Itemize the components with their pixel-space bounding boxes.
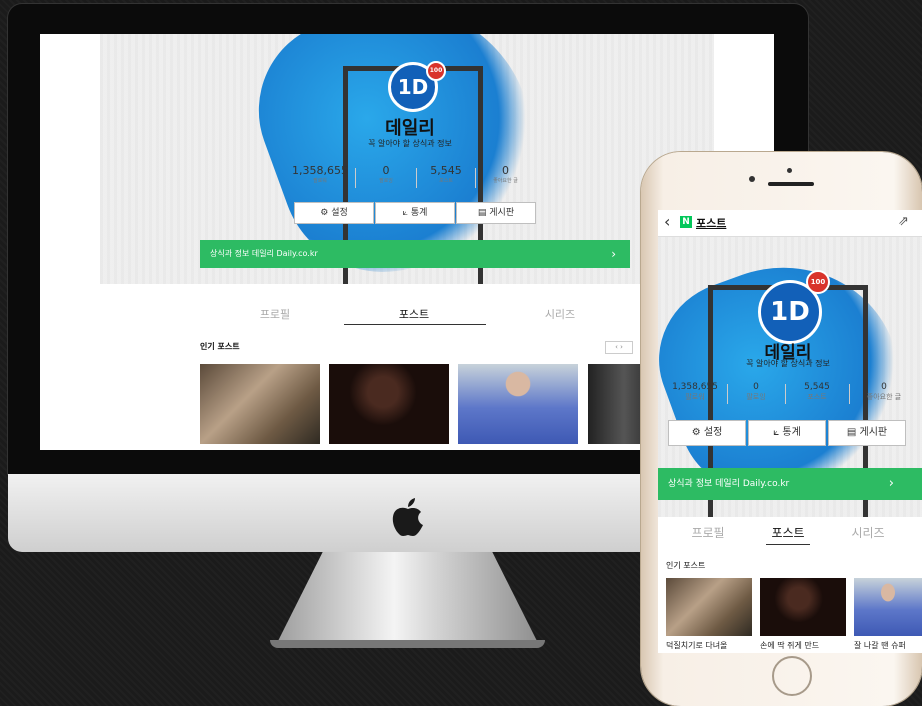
profile-stats: 1,358,655 팔로워 0 팔로잉 5,545 포스트 0 좋아요한 글 xyxy=(664,382,922,406)
profile-logo-text: 1D xyxy=(770,297,810,327)
profile-badge: 100 xyxy=(806,270,830,294)
gear-icon: ⚙ xyxy=(691,427,701,438)
stat-posts[interactable]: 5,545 포스트 xyxy=(417,164,475,184)
profile-tagline: 꼭 알아야 할 상식과 정보 xyxy=(746,359,830,368)
tab-series[interactable]: 시리즈 xyxy=(490,306,630,322)
stat-likes[interactable]: 0 좋아요한 글 xyxy=(476,164,535,184)
stat-following[interactable]: 0 팔로잉 xyxy=(728,382,784,402)
board-icon: ▤ xyxy=(846,427,857,438)
stat-label: 팔로잉 xyxy=(379,178,393,184)
board-button[interactable]: ▤ 게시판 xyxy=(828,420,906,446)
post-thumbnail-2[interactable] xyxy=(760,578,846,636)
chevron-right-icon: › xyxy=(611,247,616,261)
phone-front-camera xyxy=(749,176,755,182)
post-caption[interactable]: 잘 나갈 땐 슈퍼 xyxy=(854,640,922,651)
profile-badge-text: 100 xyxy=(429,67,443,74)
mobile-header: ‹ N 포스트 ⇗ xyxy=(658,210,922,237)
profile-logo-text: 1D xyxy=(397,75,429,99)
stat-label: 팔로워 xyxy=(313,178,327,184)
stat-value: 5,545 xyxy=(430,164,462,177)
settings-button[interactable]: ⚙ 설정 xyxy=(294,202,374,224)
stat-posts[interactable]: 5,545 포스트 xyxy=(786,382,848,402)
tab-posts[interactable]: 포스트 xyxy=(748,524,828,541)
header-title[interactable]: 포스트 xyxy=(696,215,726,231)
stats-button[interactable]: ⟀ 통계 xyxy=(748,420,826,446)
stat-likes[interactable]: 0 좋아요한 글 xyxy=(850,382,918,402)
mobile-screen: ‹ N 포스트 ⇗ 1D 100 데일리 꼭 알아야 할 상식과 정보 1,35… xyxy=(658,210,922,653)
post-thumbnail-4[interactable] xyxy=(588,364,648,444)
settings-label: 설정 xyxy=(331,208,348,218)
website-link-bar[interactable]: 상식과 정보 데일리 Daily.co.kr › xyxy=(658,468,922,500)
profile-stats: 1,358,655 팔로워 0 팔로잉 5,545 포스트 0 좋아요한 글 xyxy=(285,164,535,192)
tab-profile[interactable]: 프로필 xyxy=(210,306,340,322)
chart-icon: ⟀ xyxy=(773,427,780,438)
profile-badge-text: 100 xyxy=(810,278,826,286)
tab-profile[interactable]: 프로필 xyxy=(668,524,748,541)
stat-label: 팔로잉 xyxy=(746,393,766,401)
board-button[interactable]: ▤ 게시판 xyxy=(456,202,536,224)
gear-icon: ⚙ xyxy=(320,208,329,218)
stat-value: 0 xyxy=(382,164,390,177)
apple-logo-icon xyxy=(391,498,425,536)
stats-label: 통계 xyxy=(782,427,801,438)
board-label: 게시판 xyxy=(859,427,888,438)
carousel-pager[interactable]: ‹ › xyxy=(605,341,633,354)
board-icon: ▤ xyxy=(477,208,487,218)
tab-posts[interactable]: 포스트 xyxy=(344,306,484,322)
stat-label: 포스트 xyxy=(439,178,453,184)
stat-label: 포스트 xyxy=(807,393,827,401)
imac-stand-foot xyxy=(270,640,545,648)
post-thumbnail-1[interactable] xyxy=(200,364,320,444)
post-thumbnail-3[interactable] xyxy=(854,578,922,636)
stat-value: 5,545 xyxy=(804,382,830,392)
post-caption[interactable]: 손에 딱 쥐게 만드 xyxy=(760,640,846,651)
tab-posts-underline xyxy=(766,544,810,545)
website-link-bar[interactable]: 상식과 정보 데일리 Daily.co.kr › xyxy=(200,240,630,268)
phone-speaker xyxy=(768,182,814,186)
stat-label: 좋아요한 글 xyxy=(866,393,902,401)
stat-value: 0 xyxy=(502,164,509,177)
stat-followers[interactable]: 1,358,655 팔로워 xyxy=(285,164,355,184)
section-title: 인기 포스트 xyxy=(666,561,706,570)
section-title: 인기 포스트 xyxy=(200,342,240,351)
phone-sensor xyxy=(787,168,792,173)
stats-label: 통계 xyxy=(410,208,428,218)
profile-badge: 100 xyxy=(426,61,446,81)
website-link-text: 상식과 정보 데일리 Daily.co.kr xyxy=(210,249,318,258)
stat-followers[interactable]: 1,358,655 팔로워 xyxy=(664,382,726,402)
post-thumbnail-1[interactable] xyxy=(666,578,752,636)
back-icon[interactable]: ‹ xyxy=(664,212,670,231)
profile-name: 데일리 xyxy=(385,118,435,139)
stats-button[interactable]: ⟀ 통계 xyxy=(375,202,455,224)
imac-stand xyxy=(275,552,540,647)
stat-following[interactable]: 0 팔로잉 xyxy=(356,164,416,184)
stat-value: 1,358,655 xyxy=(672,382,718,392)
settings-button[interactable]: ⚙ 설정 xyxy=(668,420,746,446)
stat-label: 좋아요한 글 xyxy=(493,178,518,184)
profile-tagline: 꼭 알아야 할 상식과 정보 xyxy=(368,139,452,148)
tab-series[interactable]: 시리즈 xyxy=(828,524,908,541)
settings-label: 설정 xyxy=(703,427,723,438)
tab-posts-underline xyxy=(344,324,486,325)
naver-badge: N xyxy=(680,216,692,228)
stat-label: 팔로워 xyxy=(685,393,705,401)
board-label: 게시판 xyxy=(489,208,515,218)
home-button[interactable] xyxy=(772,656,812,696)
post-caption[interactable]: 덕질치기로 다녀올 xyxy=(666,640,752,651)
stat-value: 1,358,655 xyxy=(292,164,348,177)
stat-value: 0 xyxy=(881,382,887,392)
share-icon[interactable]: ⇗ xyxy=(898,214,909,229)
chevron-right-icon: › xyxy=(888,476,894,491)
website-link-text: 상식과 정보 데일리 Daily.co.kr xyxy=(668,479,790,489)
post-thumbnail-2[interactable] xyxy=(329,364,449,444)
post-thumbnail-3[interactable] xyxy=(458,364,578,444)
chart-icon: ⟀ xyxy=(402,208,408,218)
stat-value: 0 xyxy=(753,382,759,392)
